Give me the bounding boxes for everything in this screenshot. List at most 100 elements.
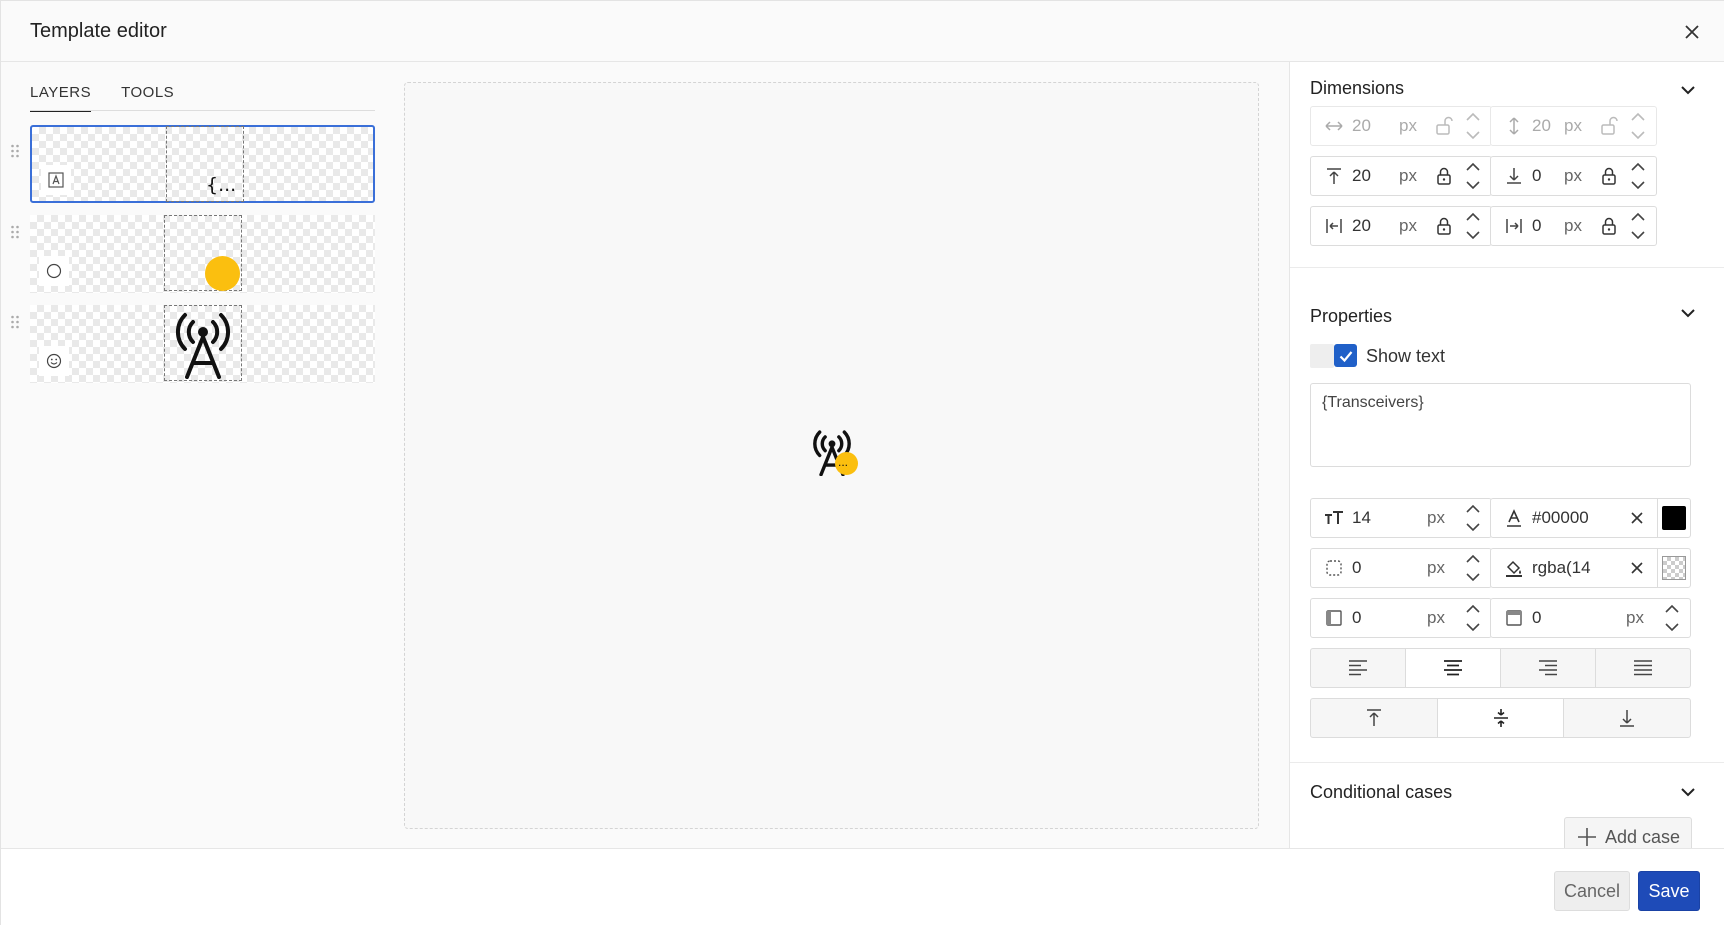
tab-layers[interactable]: LAYERS bbox=[30, 82, 92, 112]
dialog-header: Template editor bbox=[1, 1, 1724, 62]
stepper-icon[interactable] bbox=[1463, 501, 1483, 535]
width-icon bbox=[1325, 121, 1343, 131]
text-color-field[interactable]: #00000 bbox=[1490, 498, 1691, 538]
text-color-value: #00000 bbox=[1532, 508, 1589, 527]
unlock-icon[interactable] bbox=[1435, 116, 1453, 136]
section-divider bbox=[1290, 267, 1724, 268]
unit-label: px bbox=[1564, 216, 1582, 235]
valign-middle-button[interactable] bbox=[1437, 699, 1565, 737]
align-left-button[interactable] bbox=[1311, 649, 1406, 687]
properties-title: Properties bbox=[1310, 306, 1393, 326]
align-left-icon bbox=[1349, 660, 1367, 676]
valign-middle-icon bbox=[1493, 709, 1508, 727]
drag-handle-icon[interactable] bbox=[10, 225, 20, 241]
padding-top-icon bbox=[1506, 610, 1522, 626]
layer-item-circle[interactable] bbox=[30, 215, 375, 293]
left-offset-field[interactable]: 20 px bbox=[1310, 206, 1492, 246]
checkmark-icon bbox=[1339, 350, 1352, 362]
layer-item-icon[interactable] bbox=[30, 305, 375, 383]
tab-tools[interactable]: TOOLS bbox=[121, 82, 174, 112]
unit-label: px bbox=[1427, 558, 1445, 577]
stepper-icon[interactable] bbox=[1463, 209, 1483, 243]
section-divider bbox=[1290, 762, 1724, 763]
height-icon bbox=[1509, 117, 1519, 135]
close-button[interactable] bbox=[1679, 19, 1705, 45]
fill-color-swatch-wrap[interactable] bbox=[1658, 556, 1690, 580]
valign-top-button[interactable] bbox=[1311, 699, 1438, 737]
canvas-preview[interactable]: ... bbox=[810, 428, 860, 478]
left-offset-value: 20 bbox=[1352, 216, 1371, 235]
stepper-icon[interactable] bbox=[1628, 159, 1648, 193]
transparent-swatch bbox=[1662, 556, 1686, 580]
clear-icon[interactable] bbox=[1629, 560, 1645, 576]
show-text-label: Show text bbox=[1366, 345, 1446, 366]
text-template-input[interactable]: {Transceivers} bbox=[1310, 383, 1691, 467]
valign-bottom-button[interactable] bbox=[1564, 699, 1690, 737]
dimensions-title: Dimensions bbox=[1310, 78, 1405, 98]
padding-left-icon bbox=[1326, 610, 1342, 626]
plus-icon bbox=[1577, 828, 1596, 846]
unit-label: px bbox=[1399, 116, 1417, 135]
padding-horizontal-field[interactable]: 0 px bbox=[1310, 598, 1492, 638]
right-offset-field[interactable]: 0 px bbox=[1490, 206, 1657, 246]
stepper-icon[interactable] bbox=[1662, 601, 1682, 635]
chevron-down-icon[interactable] bbox=[1678, 303, 1698, 323]
stepper-icon[interactable] bbox=[1463, 601, 1483, 635]
lock-icon[interactable] bbox=[1600, 216, 1618, 236]
lock-icon[interactable] bbox=[1435, 166, 1453, 186]
align-right-icon bbox=[1539, 660, 1557, 676]
layer-item-text[interactable]: {... bbox=[30, 125, 375, 203]
unit-label: px bbox=[1626, 608, 1644, 627]
border-radius-value: 0 bbox=[1352, 558, 1362, 577]
lock-icon[interactable] bbox=[1600, 166, 1618, 186]
padding-vertical-field[interactable]: 0 px bbox=[1490, 598, 1691, 638]
text-color-swatch-wrap[interactable] bbox=[1658, 506, 1690, 530]
text-color-swatch bbox=[1662, 506, 1686, 530]
stepper-icon[interactable] bbox=[1463, 109, 1483, 143]
drag-handle-icon[interactable] bbox=[10, 144, 20, 160]
vertical-align-group bbox=[1310, 698, 1691, 738]
align-right-button[interactable] bbox=[1501, 649, 1596, 687]
align-right-edge-icon bbox=[1506, 219, 1522, 233]
stepper-icon[interactable] bbox=[1463, 159, 1483, 193]
valign-top-icon bbox=[1366, 709, 1381, 726]
width-field[interactable]: 20 px bbox=[1310, 106, 1492, 146]
fill-color-field[interactable]: rgba(14 bbox=[1490, 548, 1691, 588]
editor-canvas[interactable]: ... bbox=[404, 82, 1259, 829]
show-text-checkbox[interactable] bbox=[1334, 344, 1357, 367]
stepper-icon[interactable] bbox=[1463, 551, 1483, 585]
right-offset-value: 0 bbox=[1532, 216, 1542, 235]
font-size-value: 14 bbox=[1352, 508, 1371, 527]
unlock-icon[interactable] bbox=[1600, 116, 1618, 136]
layer-type-badge bbox=[39, 346, 69, 376]
cancel-button[interactable]: Cancel bbox=[1554, 871, 1630, 911]
add-case-button[interactable]: Add case bbox=[1564, 817, 1692, 848]
drag-handle-icon[interactable] bbox=[10, 315, 20, 331]
fill-color-value: rgba(14 bbox=[1532, 558, 1591, 577]
align-center-button[interactable] bbox=[1406, 649, 1501, 687]
padding-vertical-value: 0 bbox=[1532, 608, 1542, 627]
clear-icon[interactable] bbox=[1629, 510, 1645, 526]
text-layer-icon bbox=[48, 172, 64, 188]
chevron-down-icon[interactable] bbox=[1678, 782, 1698, 802]
chevron-down-icon[interactable] bbox=[1678, 80, 1698, 100]
emoji-icon bbox=[46, 353, 62, 369]
add-case-label: Add case bbox=[1604, 826, 1681, 847]
border-radius-field[interactable]: 0 px bbox=[1310, 548, 1492, 588]
show-text-toggle[interactable]: Show text bbox=[1310, 344, 1445, 368]
bottom-offset-field[interactable]: 0 px bbox=[1490, 156, 1657, 196]
stepper-icon[interactable] bbox=[1628, 209, 1648, 243]
antenna-tower-icon bbox=[175, 313, 231, 379]
stepper-icon[interactable] bbox=[1628, 109, 1648, 143]
template-editor-dialog: Template editor LAYERS TOOLS {... ... Di… bbox=[0, 0, 1724, 926]
unit-label: px bbox=[1564, 116, 1582, 135]
top-offset-field[interactable]: 20 px bbox=[1310, 156, 1492, 196]
lock-icon[interactable] bbox=[1435, 216, 1453, 236]
align-justify-button[interactable] bbox=[1596, 649, 1690, 687]
dialog-title: Template editor bbox=[30, 20, 167, 42]
properties-panel: Dimensions 20 px 20 px 20 px 0 px 20 px … bbox=[1289, 62, 1724, 848]
height-field[interactable]: 20 px bbox=[1490, 106, 1657, 146]
unit-label: px bbox=[1399, 216, 1417, 235]
font-size-field[interactable]: 14 px bbox=[1310, 498, 1492, 538]
save-button[interactable]: Save bbox=[1638, 871, 1700, 911]
